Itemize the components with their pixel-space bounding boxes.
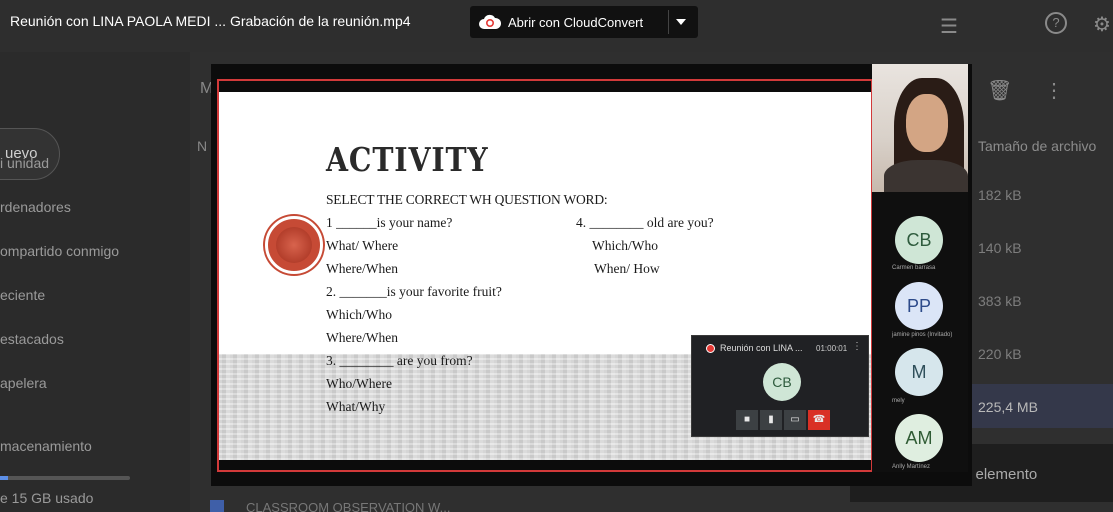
participants-list: CB Carmen barrasa PP jamine pinos (Invit… (872, 192, 968, 472)
cloudconvert-icon (479, 14, 502, 29)
storage-bar (0, 476, 130, 480)
more-vert-icon[interactable]: ⋮ (852, 341, 862, 352)
camera-icon: ■ (743, 414, 751, 425)
participant-name: Anlly Martínez (892, 464, 931, 470)
file-size: 140 kB (978, 240, 1022, 256)
mini-window-title: Reunión con LINA ... (720, 343, 803, 353)
avatar: CB (895, 216, 943, 264)
open-with-button[interactable]: Abrir con CloudConvert (470, 6, 698, 38)
file-size: 182 kB (978, 187, 1022, 203)
mic-button[interactable]: ▮ (760, 410, 782, 430)
present-icon: ▭ (790, 414, 800, 425)
participant-name: mely (892, 398, 905, 404)
hangup-icon: ☎ (812, 414, 826, 425)
trash-icon[interactable]: 🗑 (987, 78, 1012, 103)
avatar: CB (763, 363, 801, 401)
viewer-bar: Reunión con LINA PAOLA MEDI ... Grabació… (0, 0, 1113, 44)
file-size: 383 kB (978, 293, 1022, 309)
meeting-timer: 01:00:01 (816, 344, 848, 353)
end-call-button[interactable]: ☎ (808, 410, 830, 430)
sidebar-item-my-drive[interactable]: i unidad (0, 155, 49, 171)
storage-text: e 15 GB usado (0, 490, 94, 506)
file-size: 225,4 MB (978, 399, 1038, 415)
sidebar-item-starred[interactable]: estacados (0, 331, 64, 347)
new-button[interactable]: uevo (0, 128, 60, 180)
file-size: 220 kB (978, 346, 1022, 362)
sidebar-item-recent[interactable]: eciente (0, 287, 45, 303)
column-letter: N (197, 138, 208, 154)
sidebar-item-computers[interactable]: rdenadores (0, 199, 71, 215)
avatar: AM (895, 414, 943, 462)
recording-icon (706, 344, 715, 353)
avatar: PP (895, 282, 943, 330)
chevron-down-icon[interactable] (676, 19, 686, 25)
file-row-bottom[interactable]: CLASSROOM OBSERVATION W... (210, 500, 450, 512)
sidebar-item-shared[interactable]: ompartido conmigo (0, 243, 119, 259)
camera-button[interactable]: ■ (736, 410, 758, 430)
participant-name: Carmen barrasa (892, 265, 936, 271)
avatar: M (895, 348, 943, 396)
sidebar-item-storage[interactable]: macenamiento (0, 438, 92, 454)
sidebar-item-trash[interactable]: apelera (0, 375, 47, 391)
meet-mini-window[interactable]: Reunión con LINA ... 01:00:01 ⋮ CB ■ ▮ ▭… (691, 335, 869, 437)
more-vert-icon[interactable]: ⋮ (1044, 78, 1064, 103)
present-button[interactable]: ▭ (784, 410, 806, 430)
presenter-camera (872, 64, 968, 192)
doc-icon (210, 500, 224, 512)
mic-icon: ▮ (768, 414, 774, 425)
file-title: Reunión con LINA PAOLA MEDI ... Grabació… (10, 13, 411, 29)
file-size-header[interactable]: Tamaño de archivo (978, 138, 1096, 154)
participant-name: jamine pinos (Invitado) (892, 332, 953, 338)
